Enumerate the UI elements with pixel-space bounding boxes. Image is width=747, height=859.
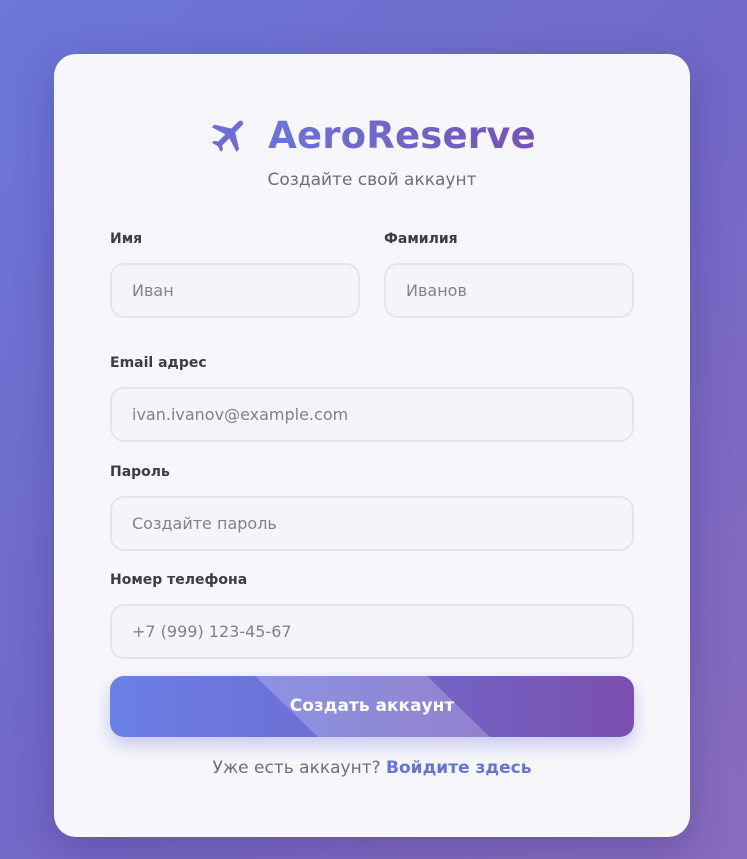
brand-header: AeroReserve	[54, 112, 690, 158]
first-name-label: Имя	[110, 231, 143, 247]
email-label: Email адрес	[110, 355, 207, 371]
plane-icon	[211, 120, 244, 152]
login-prompt: Уже есть аккаунт? Войдите здесь	[54, 758, 690, 778]
page-subtitle: Создайте свой аккаунт	[267, 170, 477, 190]
last-name-input[interactable]	[384, 263, 634, 318]
phone-input[interactable]	[110, 604, 634, 659]
signup-card: AeroReserve Создайте свой аккаунт Имя Фа…	[54, 54, 690, 837]
brand-title: AeroReserve	[268, 113, 536, 157]
last-name-label: Фамилия	[384, 231, 458, 247]
create-account-button[interactable]: Создать аккаунт	[110, 676, 634, 737]
password-input[interactable]	[110, 496, 634, 551]
password-label: Пароль	[110, 464, 170, 480]
email-input[interactable]	[110, 387, 634, 442]
phone-label: Номер телефона	[110, 572, 248, 588]
login-link[interactable]: Войдите здесь	[386, 758, 531, 778]
login-prompt-text: Уже есть аккаунт?	[212, 758, 381, 778]
first-name-input[interactable]	[110, 263, 360, 318]
create-account-label: Создать аккаунт	[289, 696, 455, 716]
